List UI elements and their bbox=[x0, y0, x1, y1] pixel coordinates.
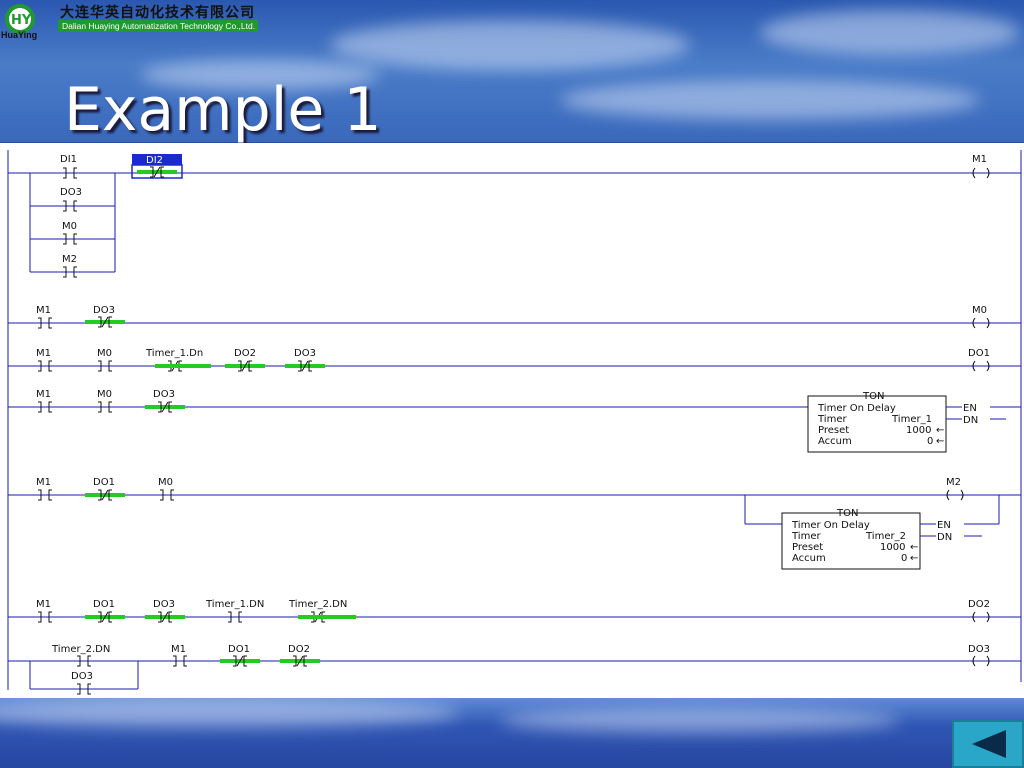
ton-accum-label: Accum bbox=[818, 436, 852, 447]
contact-label: Timer_1.Dn bbox=[145, 348, 203, 359]
company-name-cn: 大连华英自动化技术有限公司 bbox=[60, 4, 255, 20]
ton-en-label: EN bbox=[937, 520, 951, 531]
contact-label: DO1 bbox=[228, 644, 250, 655]
brand-label: HuaYing bbox=[1, 30, 38, 40]
rung-1[interactable]: DI1 DO3 M0 M2 DI2 M1 bbox=[8, 154, 1021, 278]
contact-label: DO3 bbox=[153, 599, 175, 610]
ladder-diagram: DI1 DO3 M0 M2 DI2 M1 M1 DO3 M0 M1 M0 Tim… bbox=[7, 150, 1022, 695]
contact-do1[interactable] bbox=[84, 489, 126, 501]
rung-6[interactable]: M1 DO1 DO3 Timer_1.DN Timer_2.DN DO2 bbox=[8, 599, 1021, 623]
contact-label: DO3 bbox=[294, 348, 316, 359]
coil-label: M0 bbox=[972, 305, 987, 316]
contact-label: M1 bbox=[36, 305, 51, 316]
contact-do3[interactable] bbox=[144, 401, 186, 413]
arrow-icon: ← bbox=[936, 436, 944, 447]
ton-timer-value: Timer_2 bbox=[865, 531, 906, 542]
ton-title: TON bbox=[862, 391, 884, 402]
contact-label: DO3 bbox=[93, 305, 115, 316]
contact-di2[interactable] bbox=[136, 166, 178, 178]
ton-accum-value: 0 bbox=[901, 553, 907, 564]
contact-label: Timer_2.DN bbox=[51, 644, 110, 655]
contact-label: M0 bbox=[97, 348, 112, 359]
rung-2[interactable]: M1 DO3 M0 bbox=[8, 305, 1021, 329]
contact-label: M0 bbox=[62, 221, 77, 232]
ton-accum-value: 0 bbox=[927, 436, 933, 447]
slide-title: Example 1 bbox=[64, 75, 382, 145]
coil-label: M2 bbox=[946, 477, 961, 488]
coil-label: M1 bbox=[972, 154, 987, 165]
contact-do3[interactable] bbox=[284, 360, 326, 372]
contact-label: M0 bbox=[97, 389, 112, 400]
coil-label: DO3 bbox=[968, 644, 990, 655]
contact-label: DI1 bbox=[60, 154, 77, 165]
ton-timer-label: Timer bbox=[791, 531, 821, 542]
contact-label: DO2 bbox=[288, 644, 310, 655]
ton-timer-label: Timer bbox=[817, 414, 847, 425]
coil-label: DO2 bbox=[968, 599, 990, 610]
ton-preset-label: Preset bbox=[818, 425, 849, 436]
arrow-icon: ← bbox=[910, 553, 918, 564]
contact-label: M1 bbox=[36, 599, 51, 610]
contact-label: Timer_1.DN bbox=[205, 599, 264, 610]
contact-label: Timer_2.DN bbox=[288, 599, 347, 610]
rung-4[interactable]: M1 M0 DO3 TON Timer On Delay Timer Timer… bbox=[8, 389, 1021, 453]
contact-label: M2 bbox=[62, 254, 77, 265]
coil-label: DO1 bbox=[968, 348, 990, 359]
back-arrow-icon bbox=[972, 730, 1006, 758]
ton-preset-value: 1000 bbox=[880, 542, 905, 553]
contact-do3[interactable] bbox=[144, 611, 186, 623]
contact-do2[interactable] bbox=[224, 360, 266, 372]
contact-do2[interactable] bbox=[279, 655, 321, 667]
footer-background bbox=[0, 698, 1024, 768]
ton-en-label: EN bbox=[963, 403, 977, 414]
contact-label: M0 bbox=[158, 477, 173, 488]
ladder-diagram-panel: DI1 DO3 M0 M2 DI2 M1 M1 DO3 M0 M1 M0 Tim… bbox=[0, 143, 1024, 698]
ton-preset-label: Preset bbox=[792, 542, 823, 553]
ton-dn-label: DN bbox=[937, 532, 952, 543]
contact-label: M1 bbox=[36, 389, 51, 400]
contact-label: DO1 bbox=[93, 477, 115, 488]
ton-title: TON bbox=[836, 508, 858, 519]
contact-label: M1 bbox=[36, 348, 51, 359]
contact-label: DO3 bbox=[71, 671, 93, 682]
ton-desc: Timer On Delay bbox=[791, 520, 870, 531]
arrow-icon: ← bbox=[910, 542, 918, 553]
contact-label: M1 bbox=[36, 477, 51, 488]
contact-do1[interactable] bbox=[219, 655, 261, 667]
contact-do1[interactable] bbox=[84, 611, 126, 623]
contact-label: DO1 bbox=[93, 599, 115, 610]
ton-timer-value: Timer_1 bbox=[891, 414, 932, 425]
arrow-icon: ← bbox=[936, 425, 944, 436]
contact-label: DO3 bbox=[60, 187, 82, 198]
rung-3[interactable]: M1 M0 Timer_1.Dn DO2 DO3 DO1 bbox=[8, 348, 1021, 372]
company-name-en: Dalian Huaying Automatization Technology… bbox=[62, 21, 256, 31]
contact-label: DO2 bbox=[234, 348, 256, 359]
rung-7[interactable]: Timer_2.DN DO3 M1 DO1 DO2 DO3 bbox=[8, 644, 1021, 695]
contact-label: DO3 bbox=[153, 389, 175, 400]
contact-label: M1 bbox=[171, 644, 186, 655]
ton-preset-value: 1000 bbox=[906, 425, 931, 436]
back-button[interactable] bbox=[952, 720, 1024, 768]
ton-desc: Timer On Delay bbox=[817, 403, 896, 414]
ton-dn-label: DN bbox=[963, 415, 978, 426]
svg-text:HY: HY bbox=[11, 13, 32, 28]
ton-accum-label: Accum bbox=[792, 553, 826, 564]
contact-do3[interactable] bbox=[84, 316, 126, 328]
rung-5[interactable]: M1 DO1 M0 M2 TON Timer On Delay Timer Ti… bbox=[8, 477, 1021, 570]
